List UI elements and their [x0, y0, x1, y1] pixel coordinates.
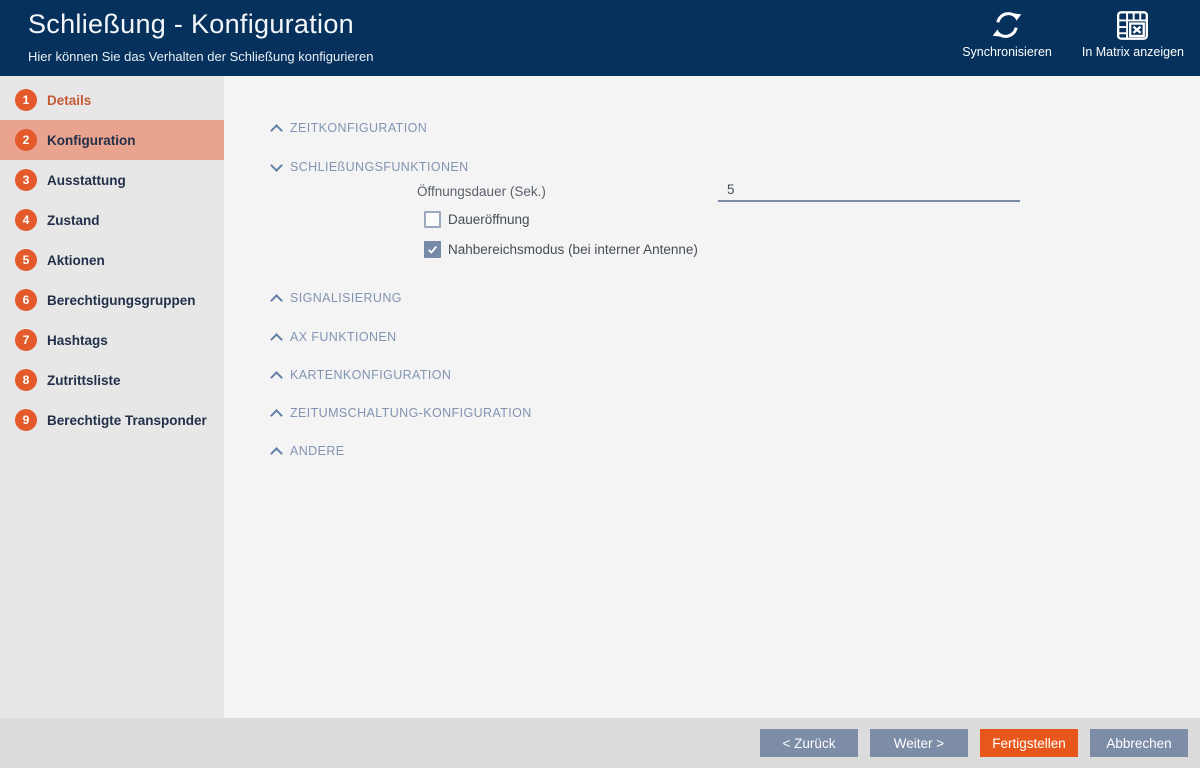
page-subtitle: Hier können Sie das Verhalten der Schlie… — [28, 49, 374, 64]
section-label: AX FUNKTIONEN — [290, 330, 397, 344]
step-number-badge: 1 — [15, 89, 37, 111]
nahbereich-label: Nahbereichsmodus (bei interner Antenne) — [448, 241, 698, 257]
section-signalisierung[interactable]: SIGNALISIERUNG — [270, 289, 402, 307]
synchronisieren-button[interactable]: Synchronisieren — [962, 9, 1052, 59]
section-zeitumschaltung-konfiguration[interactable]: ZEITUMSCHALTUNG-KONFIGURATION — [270, 404, 532, 422]
sidebar-item-label: Ausstattung — [47, 172, 126, 188]
matrix-icon — [1117, 9, 1149, 41]
sidebar-item-label: Berechtigungsgruppen — [47, 292, 196, 308]
sidebar-item-aktionen[interactable]: 5 Aktionen — [0, 240, 224, 280]
fertigstellen-button[interactable]: Fertigstellen — [980, 729, 1078, 757]
sync-icon — [992, 9, 1022, 41]
daueroeffnung-checkbox[interactable]: Daueröffnung — [424, 210, 530, 228]
oeffnungsdauer-input[interactable] — [718, 180, 1020, 202]
daueroeffnung-label: Daueröffnung — [448, 211, 530, 227]
step-number-badge: 8 — [15, 369, 37, 391]
page-title: Schließung - Konfiguration — [28, 9, 354, 39]
section-label: KARTENKONFIGURATION — [290, 368, 452, 382]
sidebar-item-label: Aktionen — [47, 252, 105, 268]
section-kartenkonfiguration[interactable]: KARTENKONFIGURATION — [270, 366, 452, 384]
step-number-badge: 5 — [15, 249, 37, 271]
sidebar-item-ausstattung[interactable]: 3 Ausstattung — [0, 160, 224, 200]
section-andere[interactable]: ANDERE — [270, 442, 345, 460]
sidebar-item-konfiguration[interactable]: 2 Konfiguration — [0, 120, 224, 160]
step-number-badge: 6 — [15, 289, 37, 311]
zurueck-button[interactable]: < Zurück — [760, 729, 858, 757]
footer-buttons: < Zurück Weiter > Fertigstellen Abbreche… — [760, 729, 1188, 757]
sidebar-item-label: Details — [47, 92, 92, 108]
sidebar-item-label: Zustand — [47, 212, 100, 228]
nahbereich-checkbox[interactable]: Nahbereichsmodus (bei interner Antenne) — [424, 240, 698, 258]
section-ax-funktionen[interactable]: AX FUNKTIONEN — [270, 328, 397, 346]
sidebar-item-zustand[interactable]: 4 Zustand — [0, 200, 224, 240]
chevron-down-icon — [270, 158, 283, 172]
content-area: ZEITKONFIGURATION SCHLIEßUNGSFUNKTIONEN … — [224, 76, 1200, 718]
header-actions: Synchronisieren In Matrix anzeigen — [962, 9, 1184, 59]
in-matrix-anzeigen-button[interactable]: In Matrix anzeigen — [1082, 9, 1184, 59]
sidebar-item-berechtigungsgruppen[interactable]: 6 Berechtigungsgruppen — [0, 280, 224, 320]
footer-bar: < Zurück Weiter > Fertigstellen Abbreche… — [0, 718, 1200, 768]
step-number-badge: 2 — [15, 129, 37, 151]
section-zeitkonfiguration[interactable]: ZEITKONFIGURATION — [270, 119, 428, 137]
oeffnungsdauer-label: Öffnungsdauer (Sek.) — [417, 184, 546, 199]
chevron-up-icon — [270, 123, 283, 137]
section-label: SCHLIEßUNGSFUNKTIONEN — [290, 160, 469, 174]
chevron-up-icon — [270, 446, 283, 460]
checkbox-icon — [424, 210, 441, 228]
weiter-button[interactable]: Weiter > — [870, 729, 968, 757]
chevron-up-icon — [270, 293, 283, 307]
chevron-up-icon — [270, 408, 283, 422]
sidebar-item-berechtigte-transponder[interactable]: 9 Berechtigte Transponder — [0, 400, 224, 440]
step-number-badge: 7 — [15, 329, 37, 351]
sidebar-item-label: Berechtigte Transponder — [47, 412, 207, 428]
section-label: SIGNALISIERUNG — [290, 291, 402, 305]
section-label: ZEITUMSCHALTUNG-KONFIGURATION — [290, 406, 532, 420]
step-number-badge: 4 — [15, 209, 37, 231]
section-schliessungsfunktionen[interactable]: SCHLIEßUNGSFUNKTIONEN — [270, 158, 469, 176]
synchronisieren-label: Synchronisieren — [962, 45, 1052, 59]
sidebar-item-zutrittsliste[interactable]: 8 Zutrittsliste — [0, 360, 224, 400]
sidebar-item-details[interactable]: 1 Details — [0, 80, 224, 120]
header: Schließung - Konfiguration Hier können S… — [0, 0, 1200, 76]
chevron-up-icon — [270, 332, 283, 346]
in-matrix-anzeigen-label: In Matrix anzeigen — [1081, 45, 1184, 59]
chevron-up-icon — [270, 370, 283, 384]
section-label: ZEITKONFIGURATION — [290, 121, 428, 135]
step-number-badge: 3 — [15, 169, 37, 191]
sidebar-item-label: Zutrittsliste — [47, 372, 121, 388]
section-label: ANDERE — [290, 444, 345, 458]
wizard-sidebar: 1 Details 2 Konfiguration 3 Ausstattung … — [0, 76, 224, 718]
sidebar-item-label: Konfiguration — [47, 132, 136, 148]
checkbox-checked-icon — [424, 240, 441, 258]
step-number-badge: 9 — [15, 409, 37, 431]
sidebar-item-label: Hashtags — [47, 332, 108, 348]
abbrechen-button[interactable]: Abbrechen — [1090, 729, 1188, 757]
sidebar-item-hashtags[interactable]: 7 Hashtags — [0, 320, 224, 360]
